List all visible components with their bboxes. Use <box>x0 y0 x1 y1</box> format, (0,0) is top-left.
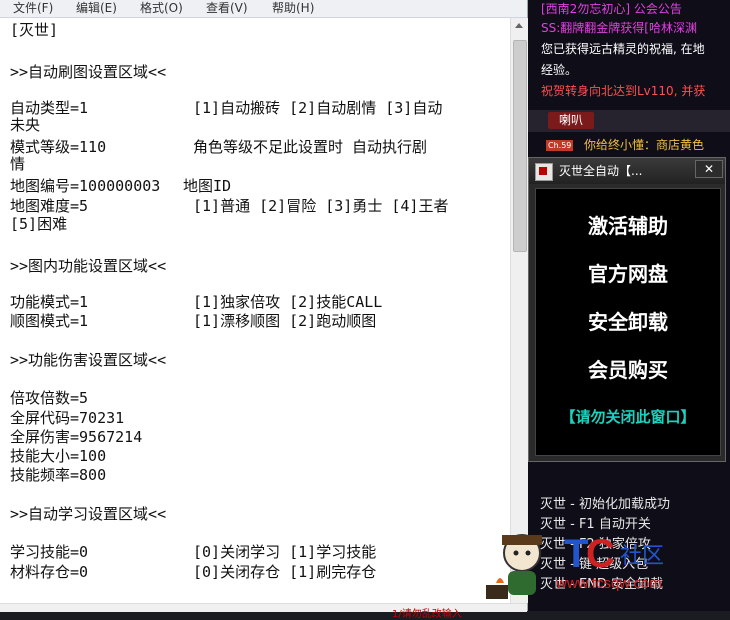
text-line: 全屏伤害=9567214 <box>10 428 143 446</box>
text-line: 技能频率=800 <box>10 466 107 484</box>
text-line: 学习技能=0 <box>10 543 89 561</box>
option-description: 地图ID <box>183 177 232 195</box>
menu-file[interactable]: 文件(F) <box>13 0 53 16</box>
mascot-icon <box>486 534 542 599</box>
option-description: [1]独家倍攻 [2]技能CALL <box>193 293 383 311</box>
text-line: 技能大小=100 <box>10 447 107 465</box>
popup-titlebar[interactable]: 灭世全自动【... ✕ <box>529 158 725 184</box>
menu-bar: 文件(F) 编辑(E) 格式(O) 查看(V) 帮助(H) <box>0 0 527 18</box>
text-line: 情 <box>10 155 26 173</box>
text-line: 功能模式=1 <box>10 293 89 311</box>
option-description: [1]漂移顺图 [2]跑动顺图 <box>193 312 377 330</box>
bottom-red-text: 1/请勿乱改输入 <box>392 609 462 620</box>
text-line: >>自动刷图设置区域<< <box>10 63 167 81</box>
assistant-popup-window: 灭世全自动【... ✕ 激活辅助 官方网盘 安全卸载 会员购买 【请勿关闭此窗口… <box>528 157 726 462</box>
close-button[interactable]: ✕ <box>695 160 723 178</box>
text-line: 全屏代码=70231 <box>10 409 125 427</box>
app-icon <box>535 163 553 181</box>
do-not-close-notice: 【请勿关闭此窗口】 <box>560 408 696 426</box>
option-description: [1]自动搬砖 [2]自动剧情 [3]自动 <box>193 99 443 117</box>
text-editor-area[interactable]: [灭世] >>自动刷图设置区域<< 自动类型=1 未央模式等级=110 情地图编号=10… <box>0 18 510 603</box>
option-description: 角色等级不足此设置时 自动执行剧 <box>193 138 428 156</box>
text-line: 倍攻倍数=5 <box>10 389 89 407</box>
menu-edit[interactable]: 编辑(E) <box>76 0 117 16</box>
text-line: >>图内功能设置区域<< <box>10 257 167 275</box>
tc-watermark: T C 社区 www.tcsqw.com TC社区 <box>476 515 730 611</box>
svg-text:T: T <box>564 532 588 576</box>
channel-badge: Ch.59 <box>546 140 574 151</box>
svg-text:C: C <box>586 532 615 576</box>
text-line: [灭世] <box>10 21 59 39</box>
official-netdisk-button[interactable]: 官方网盘 <box>536 261 720 287</box>
text-line: 模式等级=110 <box>10 138 107 156</box>
option-description: [0]关闭学习 [1]学习技能 <box>193 543 377 561</box>
popup-menu: 激活辅助 官方网盘 安全卸载 会员购买 【请勿关闭此窗口】 <box>535 188 721 456</box>
watermark-url: www.tcsqw.com <box>556 575 662 592</box>
activate-button[interactable]: 激活辅助 <box>536 213 720 239</box>
svg-text:社区: 社区 <box>620 544 664 569</box>
notepad-window: 文件(F) 编辑(E) 格式(O) 查看(V) 帮助(H) [灭世] >>自动刷图… <box>0 0 528 620</box>
text-line: >>功能伤害设置区域<< <box>10 351 167 369</box>
tab-speaker[interactable]: 喇叭 <box>548 112 594 129</box>
chat-message: SS:翻牌翻金牌获得[哈林深渊 <box>541 21 697 35</box>
chat-message: 经验。 <box>541 63 578 77</box>
chat-message: 您已获得远古精灵的祝福, 在地 <box>541 42 705 56</box>
menu-help[interactable]: 帮助(H) <box>272 0 314 16</box>
text-line: 自动类型=1 <box>10 99 89 117</box>
text-line: >>自动学习设置区域<< <box>10 505 167 523</box>
system-log-line: 灭世 - 初始化加载成功 <box>540 497 670 512</box>
channel-message: 你给终小懂：商店黄色 <box>584 138 705 152</box>
option-description: [0]关闭存仓 [1]刷完存仓 <box>193 563 377 581</box>
text-line: 地图编号=100000003 <box>10 177 161 195</box>
text-line: [5]困难 <box>10 215 68 233</box>
chat-message: [西南2勿忘初心] 公会公告 <box>541 2 682 16</box>
safe-uninstall-button[interactable]: 安全卸载 <box>536 309 720 335</box>
popup-title: 灭世全自动【... <box>559 164 643 178</box>
text-line: 未央 <box>10 116 41 134</box>
member-purchase-button[interactable]: 会员购买 <box>536 357 720 383</box>
text-line: 顺图模式=1 <box>10 312 89 330</box>
text-line: 地图难度=5 <box>10 197 89 215</box>
chat-message: 祝贺转身向北达到Lv110, 并获 <box>541 84 706 98</box>
menu-format[interactable]: 格式(O) <box>140 0 183 16</box>
watermark-text: TC社区 <box>476 515 477 516</box>
scroll-up-icon[interactable] <box>515 23 523 28</box>
option-description: [1]普通 [2]冒险 [3]勇士 [4]王者 <box>193 197 449 215</box>
menu-view[interactable]: 查看(V) <box>206 0 248 16</box>
text-line: 材料存仓=0 <box>10 563 89 581</box>
scrollbar-thumb[interactable] <box>513 40 527 252</box>
